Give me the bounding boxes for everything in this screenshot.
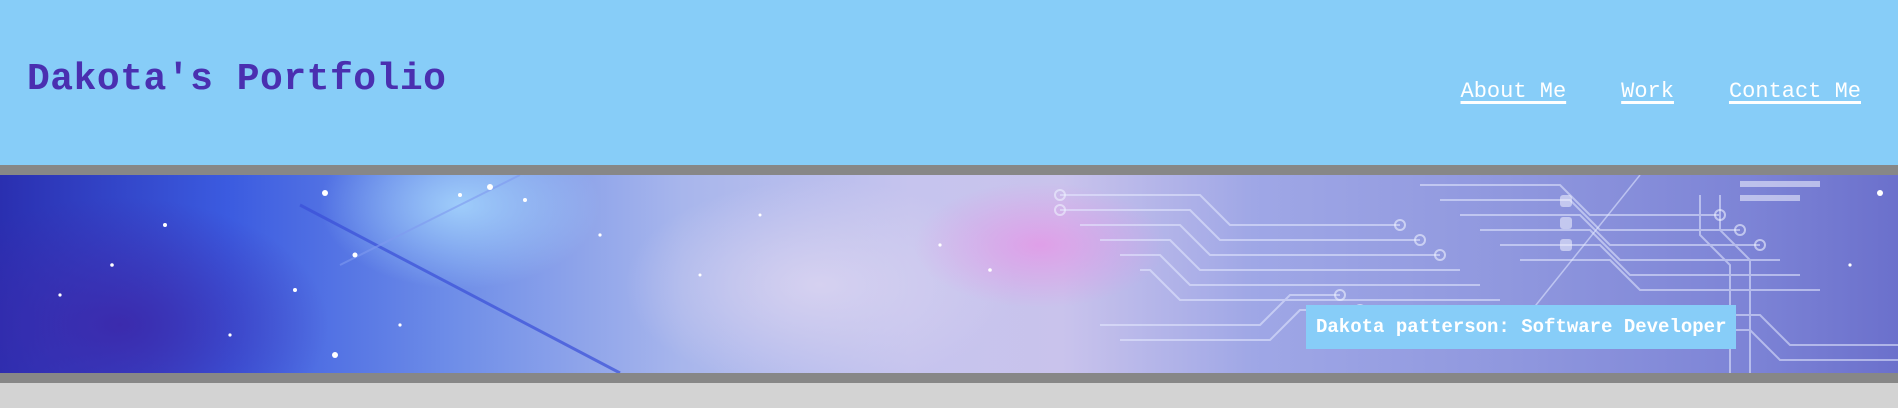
hero-caption: Dakota patterson: Software Developer xyxy=(1306,305,1737,349)
hero-divider xyxy=(0,373,1898,383)
main-nav: About Me Work Contact Me xyxy=(1461,78,1861,106)
header-divider xyxy=(0,165,1898,175)
nav-link-contact-me[interactable]: Contact Me xyxy=(1729,78,1861,106)
nav-link-about-me[interactable]: About Me xyxy=(1461,78,1567,106)
nav-link-work[interactable]: Work xyxy=(1621,78,1674,106)
hero-banner: Dakota patterson: Software Developer xyxy=(0,175,1898,373)
site-title: Dakota's Portfolio xyxy=(27,58,447,101)
site-header: Dakota's Portfolio About Me Work Contact… xyxy=(0,0,1898,165)
